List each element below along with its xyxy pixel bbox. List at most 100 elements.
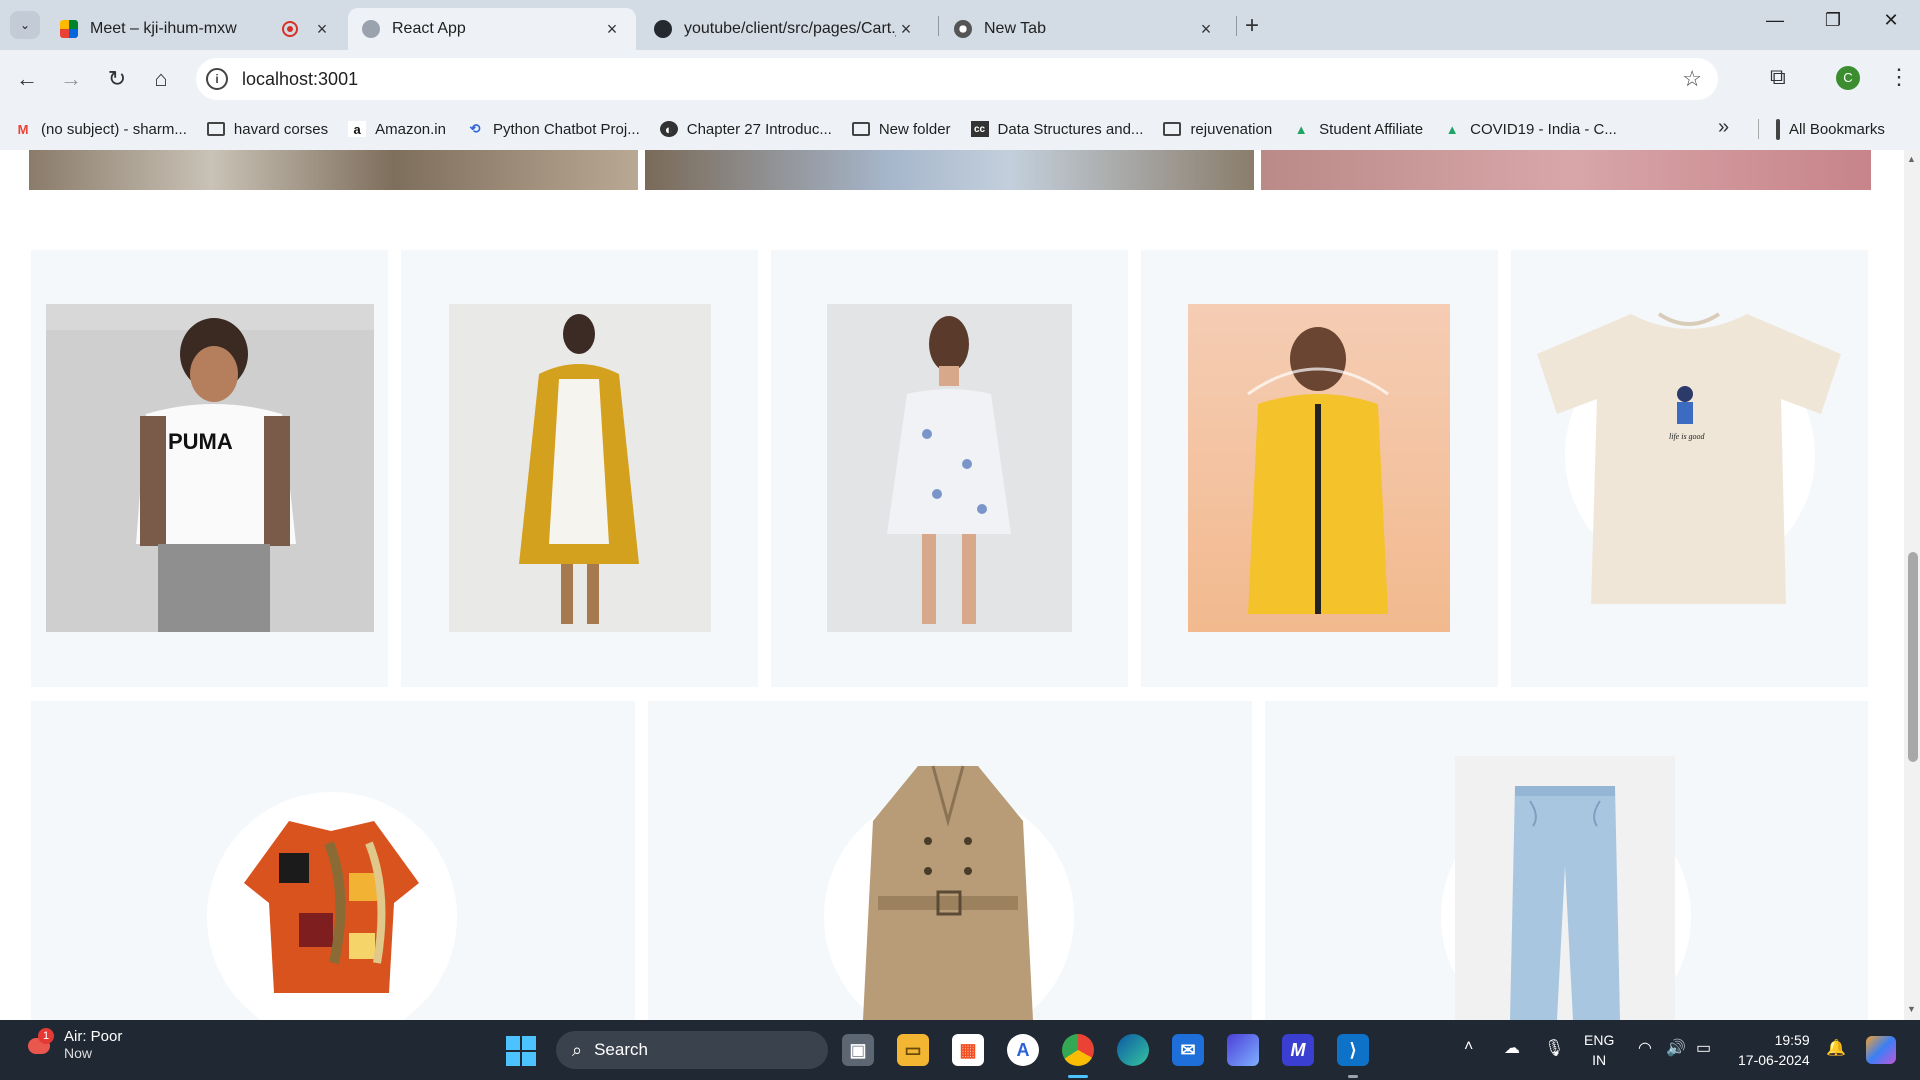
widgets-icon[interactable]: [1866, 1036, 1896, 1064]
scroll-down-icon[interactable]: ▼: [1907, 1004, 1916, 1014]
edge-icon[interactable]: [1117, 1034, 1149, 1066]
all-bookmarks[interactable]: All Bookmarks: [1758, 108, 1885, 150]
product-card[interactable]: [1141, 250, 1498, 687]
close-icon[interactable]: ×: [312, 19, 332, 40]
address-bar[interactable]: i localhost:3001 ☆: [196, 58, 1718, 100]
scrollbar-thumb[interactable]: [1908, 552, 1918, 762]
task-view-icon[interactable]: ▣: [842, 1034, 874, 1066]
tray-overflow-icon[interactable]: ˄: [1464, 1038, 1473, 1056]
product-card[interactable]: [31, 701, 635, 1020]
scroll-up-icon[interactable]: ▲: [1907, 154, 1916, 164]
minimize-button[interactable]: —: [1760, 10, 1790, 31]
chrome-icon: [954, 20, 972, 38]
restore-button[interactable]: ❐: [1818, 10, 1848, 31]
tab-github[interactable]: youtube/client/src/pages/Cart.j ×: [640, 8, 930, 50]
language-indicator[interactable]: ENG IN: [1584, 1030, 1614, 1070]
mail-icon[interactable]: ✉: [1172, 1034, 1204, 1066]
bookmark-amazon[interactable]: a Amazon.in: [348, 121, 446, 138]
folder-icon: [206, 121, 225, 137]
bookmark-covid19[interactable]: ▲ COVID19 - India - C...: [1443, 121, 1617, 138]
product-image[interactable]: [239, 813, 424, 993]
copilot-icon[interactable]: [1227, 1034, 1259, 1066]
battery-icon[interactable]: ▭: [1696, 1038, 1711, 1058]
volume-icon[interactable]: 🔊: [1666, 1038, 1686, 1058]
menu-kebab-icon[interactable]: ⋮: [1888, 64, 1910, 90]
product-card[interactable]: [648, 701, 1252, 1020]
bookmark-new-folder[interactable]: New folder: [851, 121, 951, 138]
file-explorer-icon[interactable]: ▭: [897, 1034, 929, 1066]
bookmark-python-chatbot[interactable]: ⟲ Python Chatbot Proj...: [466, 121, 640, 138]
product-image[interactable]: [449, 304, 711, 632]
taskbar-search[interactable]: ⌕ Search: [556, 1031, 828, 1069]
url-text[interactable]: localhost:3001: [242, 69, 358, 90]
bookmarks-overflow-icon[interactable]: »: [1718, 116, 1729, 139]
recording-icon: [282, 21, 298, 37]
tab-new-tab[interactable]: New Tab ×: [940, 8, 1230, 50]
close-icon[interactable]: ×: [602, 19, 622, 40]
onedrive-icon[interactable]: ☁: [1504, 1038, 1520, 1058]
product-image[interactable]: [827, 304, 1072, 632]
wifi-icon[interactable]: ◠: [1638, 1038, 1652, 1058]
cc-icon: cc: [970, 121, 989, 137]
bookmark-label: (no subject) - sharm...: [41, 120, 187, 138]
link-icon: ⟲: [469, 121, 481, 136]
microphone-icon[interactable]: 🎙: [1544, 1038, 1564, 1058]
bookmark-havard[interactable]: havard corses: [206, 121, 328, 138]
bookmark-student-affiliate[interactable]: ▲ Student Affiliate: [1292, 121, 1423, 138]
app-store-icon[interactable]: A: [1007, 1034, 1039, 1066]
close-icon[interactable]: ×: [1196, 19, 1216, 40]
banner-image-2[interactable]: [645, 150, 1254, 190]
product-image[interactable]: [1455, 756, 1675, 1020]
mustard-coat-model: [519, 314, 639, 624]
tab-react-app[interactable]: React App ×: [348, 8, 636, 50]
chrome-taskbar-icon[interactable]: [1062, 1034, 1094, 1066]
tab-meet[interactable]: Meet – kji-ihum-mxw ×: [46, 8, 346, 50]
product-image[interactable]: life is good: [1531, 304, 1847, 620]
product-card[interactable]: [771, 250, 1128, 687]
clock-time: 19:59: [1774, 1032, 1810, 1048]
bookmark-label: rejuvenation: [1190, 120, 1273, 138]
close-icon[interactable]: ×: [896, 19, 916, 40]
home-button[interactable]: ⌂: [146, 64, 176, 94]
tab-search-button[interactable]: ⌄: [10, 11, 40, 39]
product-image[interactable]: PUMA: [46, 304, 374, 632]
system-clock[interactable]: 19:59 17-06-2024: [1738, 1030, 1810, 1070]
product-card[interactable]: life is good: [1511, 250, 1868, 687]
folder-icon: [1776, 118, 1780, 140]
microsoft-store-icon[interactable]: ▦: [952, 1034, 984, 1066]
extensions-icon[interactable]: ⧉: [1770, 64, 1786, 90]
banner-image-1[interactable]: [29, 150, 638, 190]
active-app-indicator: [1068, 1075, 1088, 1078]
globe-icon: [362, 20, 380, 38]
weather-title: Air: Poor: [64, 1028, 123, 1045]
back-button[interactable]: ←: [12, 64, 42, 94]
weather-widget[interactable]: 1 Air: Poor Now: [26, 1027, 123, 1061]
product-image[interactable]: [1188, 304, 1450, 632]
close-window-button[interactable]: ✕: [1876, 10, 1906, 31]
site-info-icon[interactable]: i: [206, 68, 228, 90]
forward-button[interactable]: →: [56, 64, 86, 94]
reload-button[interactable]: ↻: [102, 64, 132, 94]
vscode-icon[interactable]: ⟩: [1337, 1034, 1369, 1066]
notification-bell-icon[interactable]: 🔔: [1826, 1038, 1846, 1058]
page-scrollbar[interactable]: ▲ ▼: [1904, 150, 1920, 1020]
tab-title: youtube/client/src/pages/Cart.j: [684, 20, 896, 37]
start-button[interactable]: [506, 1036, 536, 1066]
air-quality-icon: 1: [26, 1027, 54, 1060]
banner-image-3[interactable]: [1261, 150, 1871, 190]
bookmark-label: Data Structures and...: [997, 120, 1144, 138]
bookmark-star-icon[interactable]: ☆: [1682, 66, 1702, 92]
math-app-icon[interactable]: M: [1282, 1034, 1314, 1066]
bookmark-rejuvenation[interactable]: rejuvenation: [1163, 121, 1272, 138]
bookmark-gmail[interactable]: M (no subject) - sharm...: [14, 121, 187, 138]
new-tab-button[interactable]: +: [1245, 12, 1259, 40]
bookmark-chapter27[interactable]: ◐ Chapter 27 Introduc...: [659, 121, 832, 138]
product-card[interactable]: [1265, 701, 1868, 1020]
profile-avatar[interactable]: C: [1836, 66, 1860, 90]
product-card[interactable]: PUMA: [31, 250, 388, 687]
bookmark-data-structures[interactable]: cc Data Structures and...: [970, 120, 1144, 138]
folder-icon: [851, 121, 870, 137]
product-card[interactable]: [401, 250, 758, 687]
product-image[interactable]: [858, 761, 1038, 1020]
folder-icon: [1163, 121, 1182, 137]
